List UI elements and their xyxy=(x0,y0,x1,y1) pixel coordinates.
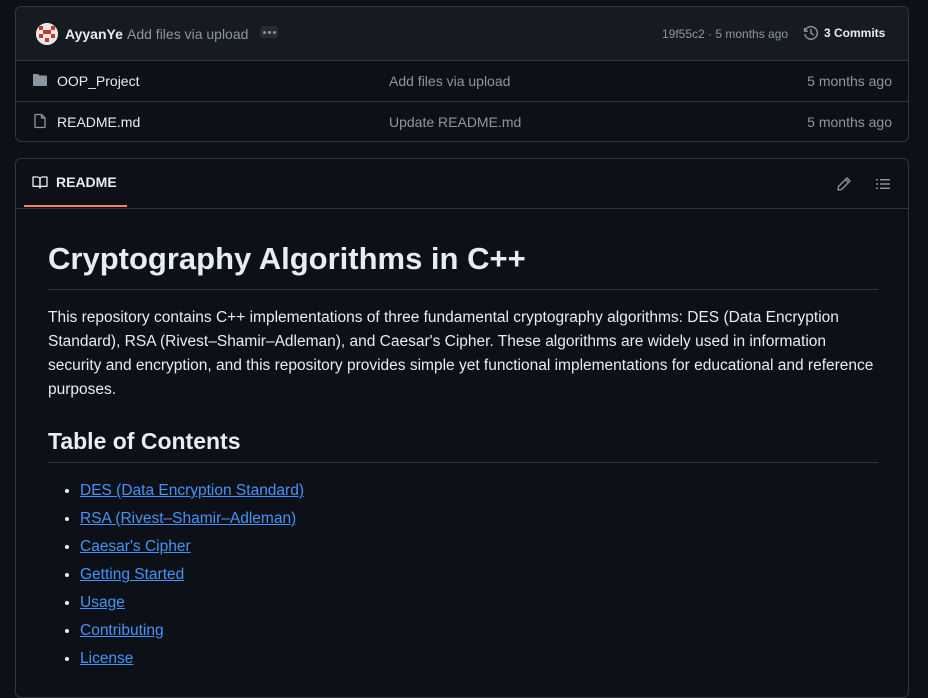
readme-panel: README Cryptography Algorithms in C++ Th… xyxy=(15,158,909,698)
readme-content: Cryptography Algorithms in C++ This repo… xyxy=(48,239,878,673)
file-name[interactable]: README.md xyxy=(57,114,140,130)
toc-link-caesar[interactable]: Caesar's Cipher xyxy=(80,538,191,555)
list-item: DES (Data Encryption Standard) xyxy=(80,477,878,505)
toc-link-rsa[interactable]: RSA (Rivest–Shamir–Adleman) xyxy=(80,510,296,527)
commits-count: 3 Commits xyxy=(824,26,886,40)
readme-tab[interactable]: README xyxy=(24,159,127,207)
file-date: 5 months ago xyxy=(807,114,892,130)
ellipsis-icon[interactable] xyxy=(260,26,278,38)
commit-sha-time[interactable]: 19f55c2 · 5 months ago xyxy=(662,27,788,41)
file-date: 5 months ago xyxy=(807,73,892,89)
toc-link-getting-started[interactable]: Getting Started xyxy=(80,566,184,583)
file-row-readme[interactable]: README.md Update README.md 5 months ago xyxy=(16,102,908,142)
readme-tab-label: README xyxy=(56,174,117,190)
toc-link-usage[interactable]: Usage xyxy=(80,594,125,611)
folder-icon xyxy=(32,72,48,91)
readme-intro: This repository contains C++ implementat… xyxy=(48,309,874,398)
readme-title: Cryptography Algorithms in C++ xyxy=(48,239,878,290)
readme-header: README xyxy=(16,159,908,209)
pencil-icon[interactable] xyxy=(836,176,852,197)
avatar[interactable] xyxy=(36,23,58,45)
file-commit-message[interactable]: Update README.md xyxy=(389,114,521,130)
list-item: Caesar's Cipher xyxy=(80,533,878,561)
list-item: Getting Started xyxy=(80,561,878,589)
list-item: Usage xyxy=(80,589,878,617)
file-commit-message[interactable]: Add files via upload xyxy=(389,73,510,89)
toc-heading: Table of Contents xyxy=(48,426,878,463)
toc-link-contributing[interactable]: Contributing xyxy=(80,622,164,639)
commits-link[interactable]: 3 Commits xyxy=(803,25,885,41)
list-item: RSA (Rivest–Shamir–Adleman) xyxy=(80,505,878,533)
file-row-oop-project[interactable]: OOP_Project Add files via upload 5 month… xyxy=(16,61,908,102)
list-icon[interactable] xyxy=(875,176,891,197)
latest-commit-bar: AyyanYe Add files via upload 19f55c2 · 5… xyxy=(16,7,908,61)
toc-link-license[interactable]: License xyxy=(80,650,133,667)
file-list: AyyanYe Add files via upload 19f55c2 · 5… xyxy=(15,6,909,142)
file-name[interactable]: OOP_Project xyxy=(57,73,139,89)
file-icon xyxy=(32,113,48,132)
history-icon xyxy=(803,25,818,40)
list-item: License xyxy=(80,645,878,673)
list-item: Contributing xyxy=(80,617,878,645)
toc-list: DES (Data Encryption Standard) RSA (Rive… xyxy=(48,477,878,673)
toc-link-des[interactable]: DES (Data Encryption Standard) xyxy=(80,482,304,499)
commit-message[interactable]: Add files via upload xyxy=(127,26,248,42)
commit-author[interactable]: AyyanYe xyxy=(65,26,123,42)
book-icon xyxy=(32,176,48,189)
